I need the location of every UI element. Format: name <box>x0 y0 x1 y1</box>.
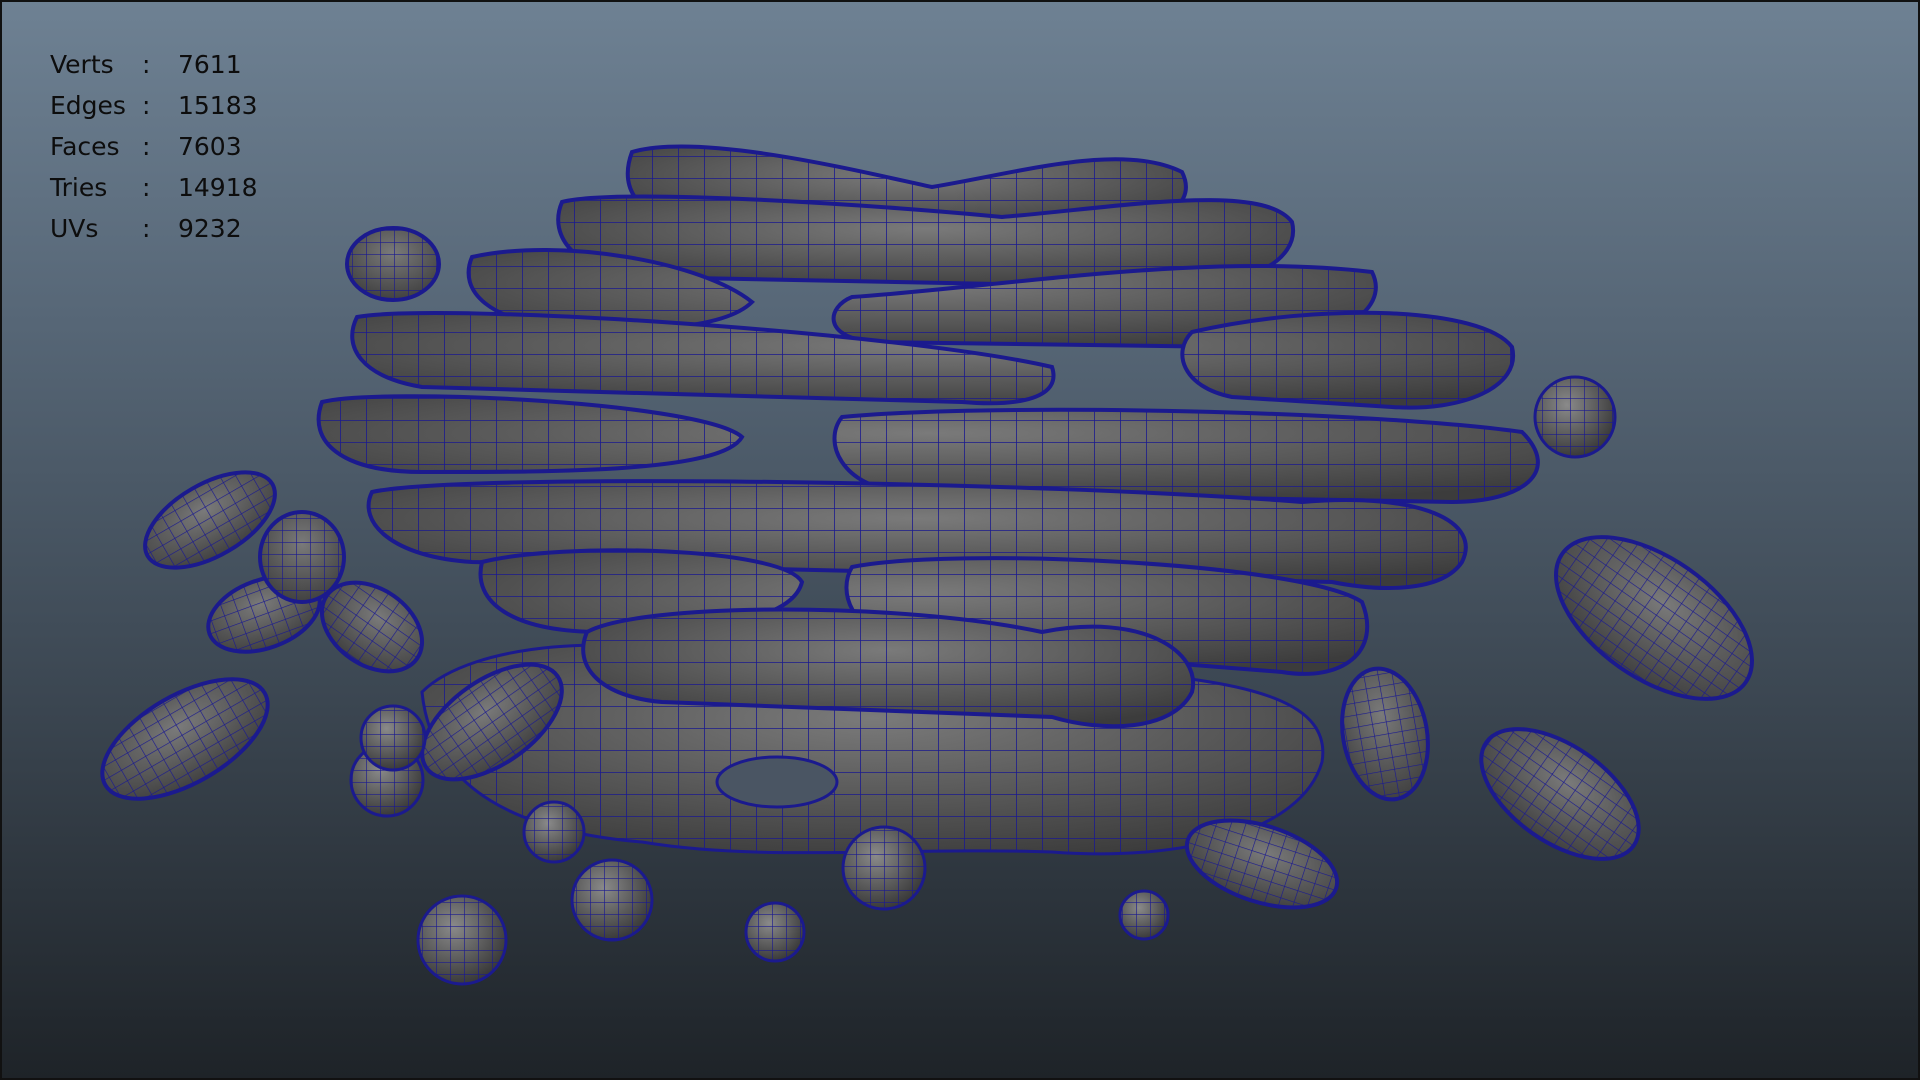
capsule-vesicle <box>345 226 441 302</box>
hud-separator: : <box>142 91 151 120</box>
hud-value: 15183 <box>178 91 258 120</box>
hud-separator: : <box>142 173 151 202</box>
hud-row-uvs: UVs : 9232 <box>50 208 278 249</box>
sphere-vesicle <box>570 858 654 942</box>
hud-row-verts: Verts : 7611 <box>50 44 278 85</box>
poly-count-hud: Verts : 7611 Edges : 15183 Faces : 7603 … <box>50 44 278 249</box>
hud-value: 7603 <box>178 132 242 161</box>
hud-value: 7611 <box>178 50 242 79</box>
capsule-vesicle <box>1479 727 1641 861</box>
hud-separator: : <box>142 50 151 79</box>
sphere-vesicle <box>416 894 508 986</box>
capsule-vesicle <box>1340 666 1430 802</box>
hud-value: 9232 <box>178 214 242 243</box>
hud-separator: : <box>142 132 151 161</box>
capsule-vesicle <box>1554 535 1754 701</box>
hud-row-tries: Tries : 14918 <box>50 167 278 208</box>
sphere-vesicle <box>744 901 806 963</box>
3d-viewport[interactable]: Verts : 7611 Edges : 15183 Faces : 7603 … <box>0 0 1920 1080</box>
sphere-vesicle <box>359 704 427 772</box>
hud-separator: : <box>142 214 151 243</box>
sphere-vesicle <box>522 800 586 864</box>
hud-label: Edges <box>50 91 126 120</box>
golgi-mesh-scene[interactable] <box>2 2 1918 1078</box>
hud-row-edges: Edges : 15183 <box>50 85 278 126</box>
hud-value: 14918 <box>178 173 258 202</box>
hud-label: UVs <box>50 214 99 243</box>
sphere-vesicle <box>1533 375 1617 459</box>
cisternae-stack <box>316 144 1540 729</box>
hud-label: Verts <box>50 50 114 79</box>
hud-label: Tries <box>50 173 108 202</box>
sphere-vesicle <box>841 825 927 911</box>
hud-row-faces: Faces : 7603 <box>50 126 278 167</box>
capsule-vesicle <box>100 677 270 801</box>
hud-label: Faces <box>50 132 120 161</box>
sphere-vesicle <box>1118 889 1170 941</box>
